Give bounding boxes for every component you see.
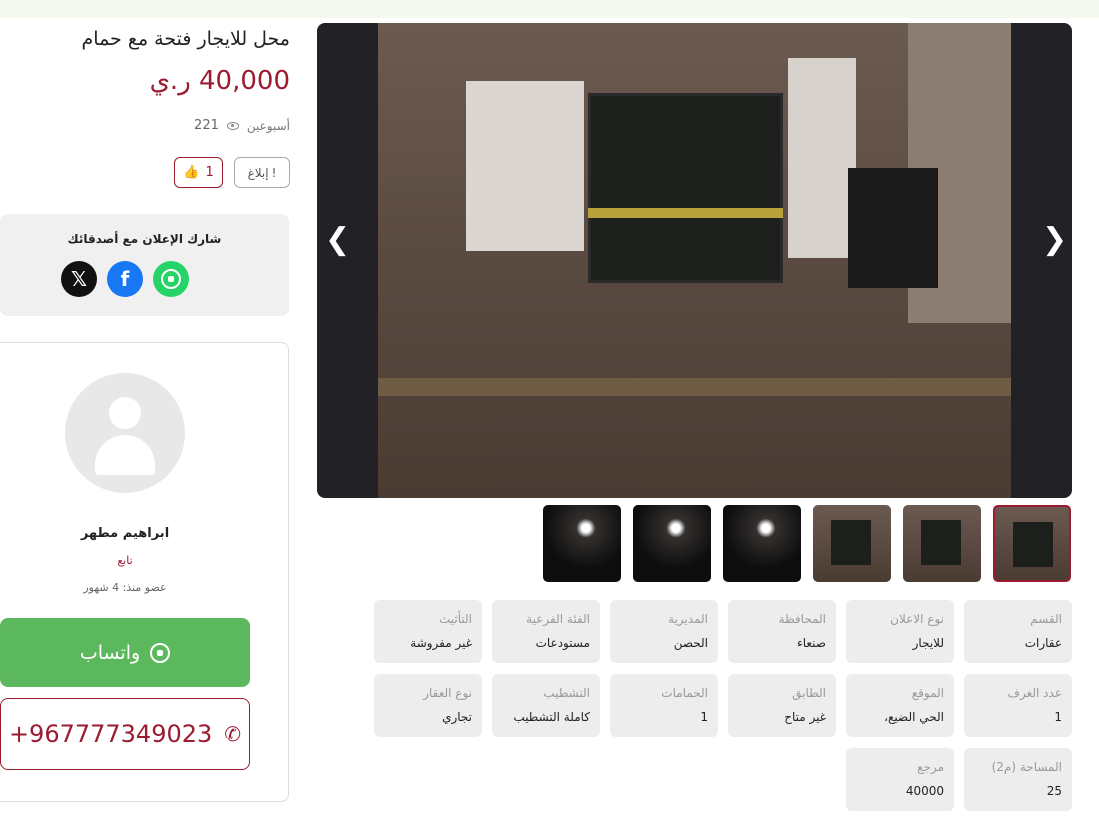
share-panel [0, 214, 289, 316]
thumbnail[interactable] [633, 505, 711, 582]
spec-value: 1 [1054, 710, 1062, 724]
whatsapp-icon [150, 642, 171, 663]
spec-value: الحصن [673, 636, 708, 650]
spec-label: مرجع [917, 760, 944, 774]
photo-door-shape [588, 93, 783, 283]
spec-label: المحافظة [778, 612, 826, 626]
spec-value: 25 [1046, 784, 1062, 798]
spec-value: كاملة التشطيب [513, 710, 590, 724]
photo-floor-shape [378, 378, 1011, 396]
spec-item: نوع الاعلان للايجار [846, 600, 954, 663]
whatsapp-label: واتساب [79, 641, 141, 664]
spec-item: المحافظة صنعاء [728, 600, 836, 663]
spec-label: عدد الغرف [1007, 686, 1062, 700]
spec-item: الموقع الحي الضيع، [846, 674, 954, 737]
spec-item: التأثيث غير مفروشة [374, 600, 482, 663]
spec-item: المساحة (م2) 25 [964, 748, 1072, 811]
photo-banner-shape [848, 168, 938, 288]
like-count: 1 [205, 165, 214, 180]
spec-label: المساحة (م2) [991, 760, 1062, 774]
posted-time: أسبوعين [246, 118, 290, 133]
photo-stripe-shape [588, 208, 783, 218]
spec-label: الحمامات [661, 686, 708, 700]
thumbnail[interactable] [813, 505, 891, 582]
avatar-head-shape [109, 397, 141, 429]
spec-label: التشطيب [543, 686, 590, 700]
report-label: إبلاغ [247, 165, 269, 180]
spec-label: الطابق [792, 686, 826, 700]
spec-value: للايجار [912, 636, 944, 650]
x-share-button[interactable]: 𝕏 [61, 261, 97, 297]
photo-gallery [317, 23, 1072, 498]
avatar-body-shape [95, 435, 155, 475]
thumbnail[interactable] [993, 505, 1071, 582]
spec-label: التأثيث [438, 612, 472, 626]
phone-button[interactable]: +967777349023 ✆ [0, 698, 250, 770]
chevron-left-icon[interactable]: ❮ [325, 222, 350, 257]
spec-label: الموقع [911, 686, 944, 700]
views-count: 221 [194, 118, 219, 133]
main-photo[interactable] [378, 23, 1011, 498]
spec-item: نوع العقار تجاري [374, 674, 482, 737]
spec-item: الطابق غير متاح [728, 674, 836, 737]
spec-item: الفئة الفرعية مستودعات [492, 600, 600, 663]
spec-label: الفئة الفرعية [526, 612, 590, 626]
spec-item: المديرية الحصن [610, 600, 718, 663]
spec-label: القسم [1030, 612, 1062, 626]
like-button[interactable]: 👍 1 [174, 157, 223, 188]
eye-icon [226, 121, 239, 130]
spec-value: الحي الضيع، [884, 710, 944, 724]
phone-number: +967777349023 [8, 720, 213, 748]
photo-poster-shape [466, 81, 584, 251]
report-button[interactable]: ! إبلاغ [234, 157, 290, 188]
listing-title: محل للايجار فتحة مع حمام [81, 28, 290, 50]
facebook-icon: f [120, 267, 130, 291]
spec-value: تجاري [442, 710, 472, 724]
phone-icon: ✆ [224, 722, 242, 746]
spec-label: المديرية [668, 612, 708, 626]
spec-value: صنعاء [797, 636, 826, 650]
spec-item: مرجع 40000 [846, 748, 954, 811]
spec-value: غير مفروشة [410, 636, 472, 650]
follow-link[interactable]: تابع [0, 554, 250, 567]
spec-value: عقارات [1024, 636, 1062, 650]
thumbnail[interactable] [903, 505, 981, 582]
spec-value: مستودعات [535, 636, 590, 650]
photo-sign-shape [788, 58, 856, 258]
whatsapp-icon [161, 269, 181, 289]
x-icon: 𝕏 [70, 267, 88, 291]
spec-label: نوع الاعلان [890, 612, 944, 626]
thumbs-up-icon: 👍 [183, 165, 200, 180]
spec-value: 40000 [905, 784, 944, 798]
listing-price: 40,000 ر.ي [149, 66, 290, 96]
spec-item: القسم عقارات [964, 600, 1072, 663]
whatsapp-button[interactable]: واتساب [0, 618, 250, 687]
avatar [65, 373, 185, 493]
thumbnail[interactable] [543, 505, 621, 582]
member-since: عضو منذ: 4 شهور [83, 581, 167, 594]
spec-value: 1 [700, 710, 708, 724]
chevron-right-icon[interactable]: ❯ [1042, 222, 1067, 257]
thumbnail[interactable] [723, 505, 801, 582]
seller-name: ابراهيم مطهر [80, 526, 170, 541]
spec-label: نوع العقار [423, 686, 472, 700]
whatsapp-share-button[interactable] [153, 261, 189, 297]
spec-item: عدد الغرف 1 [964, 674, 1072, 737]
share-title: شارك الإعلان مع أصدقائك [67, 232, 222, 246]
listing-meta: أسبوعين 221 [150, 118, 290, 133]
spec-item: التشطيب كاملة التشطيب [492, 674, 600, 737]
spec-item: الحمامات 1 [610, 674, 718, 737]
facebook-share-button[interactable]: f [107, 261, 143, 297]
spec-value: غير متاح [784, 710, 826, 724]
alert-icon: ! [271, 165, 277, 180]
top-bar [0, 0, 1099, 18]
